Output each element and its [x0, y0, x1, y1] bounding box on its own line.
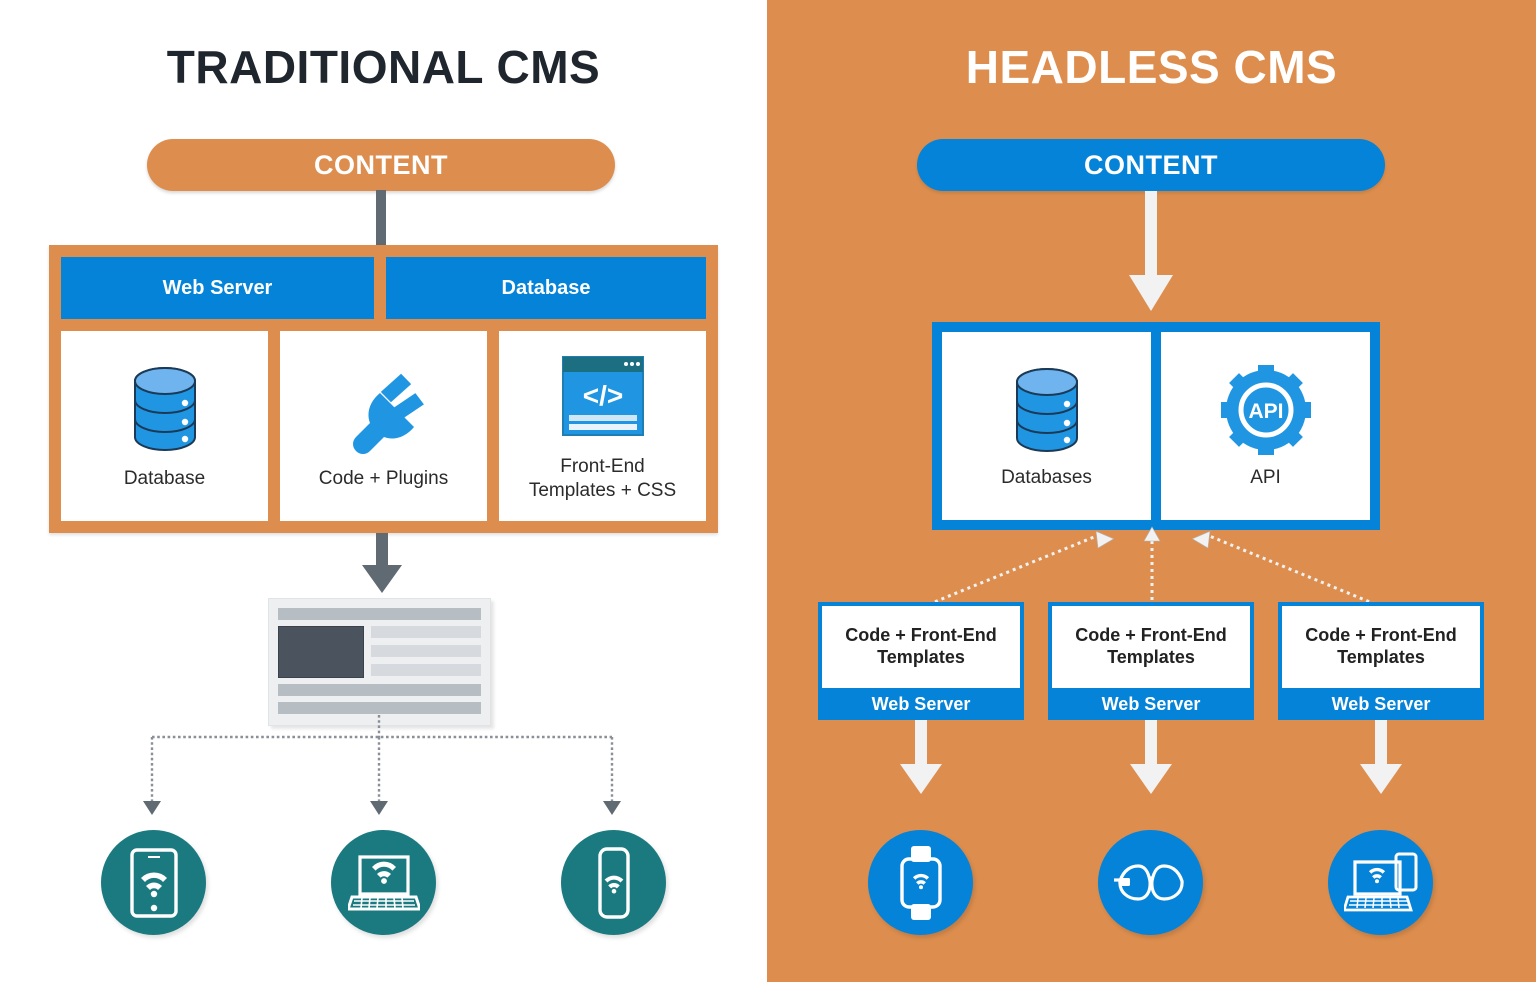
ws-line1: Code + Front-End	[845, 625, 997, 646]
device-circle-smartwatch	[868, 830, 973, 935]
ws-line2: Templates	[877, 647, 965, 667]
ws-line2: Templates	[1107, 647, 1195, 667]
device-circle-laptop-tablet	[1328, 830, 1433, 935]
page-mock-topbar	[278, 608, 481, 620]
rendered-page-mockup	[268, 598, 491, 726]
headless-core-container: Databases API API	[932, 322, 1380, 530]
page-mock-image	[278, 626, 364, 678]
content-to-stack-connector	[376, 190, 386, 246]
card-databases: Databases	[942, 332, 1151, 520]
frontend-line2: Templates + CSS	[528, 480, 677, 501]
ws-line1: Code + Front-End	[1075, 625, 1227, 646]
traditional-content-pill: CONTENT	[147, 139, 615, 191]
card-database: Database	[61, 331, 268, 521]
page-mock-line	[371, 664, 481, 676]
code-window-icon: </>	[558, 349, 648, 445]
traditional-card-row: Database Code + Plugins </> Front-End Te…	[61, 331, 706, 521]
card-database-label: Database	[123, 468, 206, 490]
headless-cms-title: HEADLESS CMS	[965, 41, 1338, 93]
web-server-box-footer: Web Server	[871, 693, 971, 714]
cms-comparison-diagram: TRADITIONAL CMS CONTENT Web Server Datab…	[0, 0, 1536, 982]
ws-line2: Templates	[1337, 647, 1425, 667]
server-to-device-arrow	[1128, 720, 1174, 796]
web-server-header-label: Web Server	[162, 276, 273, 299]
card-api-label: API	[1250, 467, 1281, 489]
card-frontend-templates-label: Front-End Templates + CSS	[529, 455, 676, 503]
card-frontend-templates: </> Front-End Templates + CSS	[499, 331, 706, 521]
traditional-header-row: Web Server Database	[61, 257, 706, 319]
page-mock-line	[371, 626, 481, 638]
smart-glasses-icon	[1113, 863, 1184, 901]
device-circle-smart-glasses	[1098, 830, 1203, 935]
device-circle-tablet	[101, 830, 206, 935]
api-gear-icon: API	[1220, 362, 1312, 458]
phone-wifi-icon	[597, 846, 630, 919]
svg-text:</>: </>	[582, 380, 622, 411]
laptop-wifi-icon	[347, 854, 420, 910]
content-to-api-arrow	[1127, 191, 1175, 313]
card-code-plugins: Code + Plugins	[280, 331, 487, 521]
web-server-box-title: Code + Front-End Templates	[1282, 606, 1480, 688]
page-mock-bar	[278, 684, 481, 696]
frontend-line1: Front-End	[560, 456, 645, 478]
tablet-wifi-icon	[129, 847, 178, 918]
smartwatch-wifi-icon	[899, 845, 942, 920]
traditional-cms-panel: TRADITIONAL CMS CONTENT Web Server Datab…	[0, 0, 767, 982]
web-server-box-title: Code + Front-End Templates	[1052, 606, 1250, 688]
traditional-monolith-container: Web Server Database Database Code + Plug…	[49, 245, 718, 533]
stack-to-page-arrow	[360, 533, 404, 595]
page-mock-line	[371, 645, 481, 657]
page-to-devices-connectors	[0, 715, 767, 825]
device-circle-phone	[561, 830, 666, 935]
traditional-cms-title: TRADITIONAL CMS	[166, 41, 601, 93]
laptop-tablet-wifi-icon	[1343, 852, 1417, 911]
server-to-device-arrow	[1358, 720, 1404, 796]
database-header-label: Database	[501, 276, 591, 299]
web-server-header: Web Server	[61, 257, 374, 319]
database-cylinder-icon	[1009, 362, 1085, 458]
database-header: Database	[386, 257, 706, 319]
card-databases-label: Databases	[1001, 467, 1092, 489]
servers-to-api-connectors	[767, 525, 1536, 610]
web-server-box: Code + Front-End Templates Web Server	[1048, 602, 1254, 720]
server-to-device-arrow	[898, 720, 944, 796]
web-server-box-title: Code + Front-End Templates	[822, 606, 1020, 688]
database-cylinder-icon	[127, 361, 203, 457]
plug-icon	[338, 361, 430, 457]
api-gear-text: API	[1248, 400, 1283, 423]
page-mock-middle	[278, 626, 481, 678]
card-code-plugins-label: Code + Plugins	[318, 468, 449, 490]
card-api: API API	[1161, 332, 1370, 520]
web-server-box: Code + Front-End Templates Web Server	[1278, 602, 1484, 720]
page-mock-bar	[278, 702, 481, 714]
web-server-box-footer: Web Server	[1101, 693, 1201, 714]
ws-line1: Code + Front-End	[1305, 625, 1457, 646]
web-server-box-footer: Web Server	[1331, 693, 1431, 714]
headless-content-pill: CONTENT	[917, 139, 1385, 191]
page-mock-textlines	[371, 626, 481, 678]
device-circle-laptop	[331, 830, 436, 935]
web-server-box: Code + Front-End Templates Web Server	[818, 602, 1024, 720]
